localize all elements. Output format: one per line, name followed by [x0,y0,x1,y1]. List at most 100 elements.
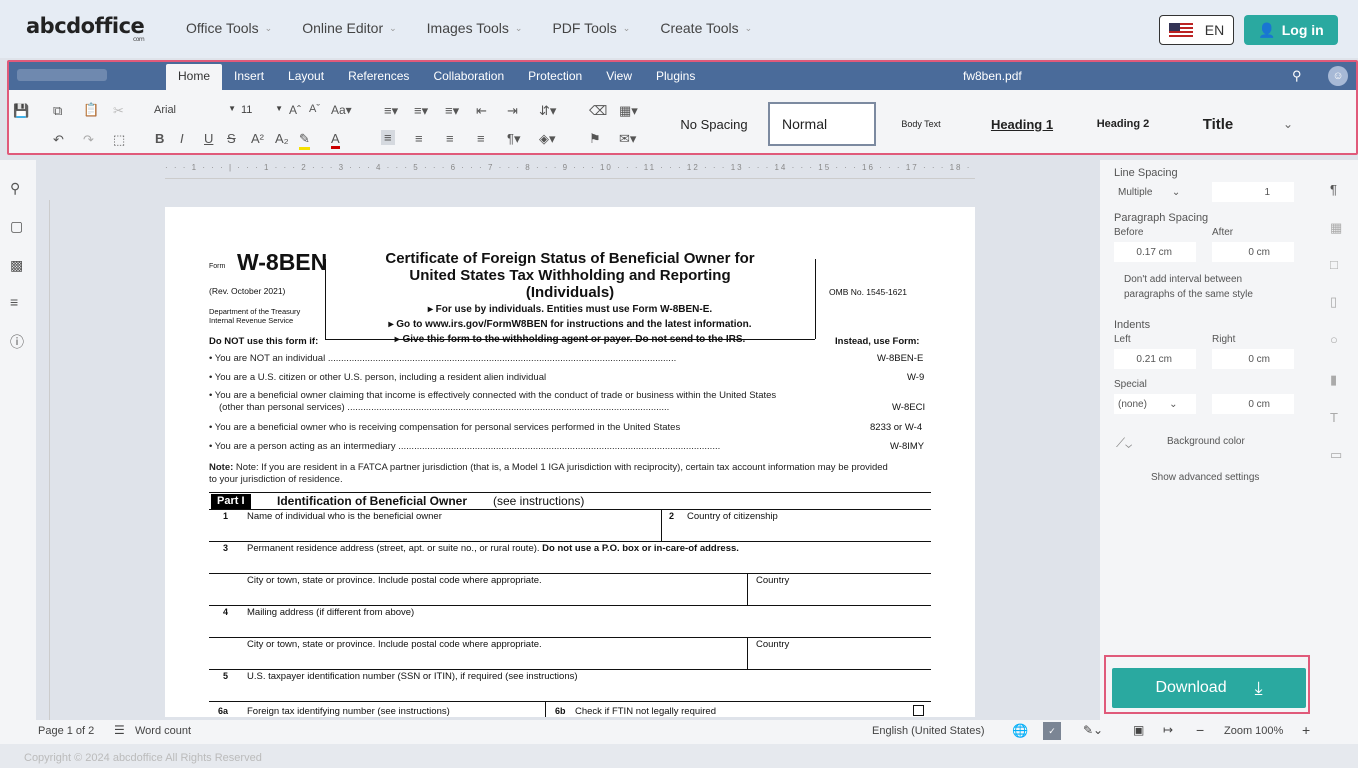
part-subtitle: (see instructions) [493,494,585,508]
field-label-country-2: Country [756,639,790,650]
field-label-mailing: Mailing address (if different from above… [247,607,415,618]
language-select[interactable]: English (United States) [872,725,985,737]
download-icon: ⤓ [1254,677,1263,698]
search-icon[interactable]: ⚲ [10,180,20,197]
line-spacing-value[interactable]: 1 [1212,182,1294,202]
document-page[interactable]: Form W-8BEN (Rev. October 2021) Departme… [165,207,975,717]
instruction-1: ▸ For use by individuals. Entities must … [427,304,713,315]
do-not-use-heading: Do NOT use this form if: [209,336,319,347]
indent-right-input[interactable]: 0 cm [1212,349,1294,369]
field-number: 4 [223,607,229,617]
download-button[interactable]: Download ⤓ [1112,668,1306,708]
special-value-input[interactable]: 0 cm [1212,394,1294,414]
part-title: Identification of Beneficial Owner [277,494,468,508]
site-logo[interactable]: abcdoffice com [26,14,145,43]
right-icon-column: ¶ ▦ □ ▯ ○ ▮ T ▭ [1318,160,1358,720]
form-ref: W-8BEN-E [877,353,924,364]
image-settings-icon[interactable]: □ [1330,257,1338,272]
field-label-ftin: Foreign tax identifying number (see inst… [247,706,450,717]
copyright-text: Copyright © 2024 abcdoffice All Rights R… [24,752,262,764]
left-sidebar: ⚲ ▢ ▩ ≡ ⓘ [0,160,36,720]
paragraph-settings-icon[interactable]: ¶ [1330,182,1337,197]
page-indicator[interactable]: Page 1 of 2 [38,725,94,737]
info-icon[interactable]: ⓘ [10,332,24,352]
text-art-icon[interactable]: T [1330,410,1338,425]
part-label: Part I [211,494,251,509]
special-label: Special [1114,379,1147,390]
list-item: • You are a person acting as an intermed… [209,441,721,452]
header-footer-icon[interactable]: ▯ [1330,294,1337,310]
track-changes-icon[interactable]: ▩ [10,257,23,274]
nav-create-tools[interactable]: Create Tools ⌄ [660,20,752,36]
chevron-down-icon: ⌄ [389,22,397,33]
ftin-checkbox[interactable] [913,705,924,716]
field-number: 1 [223,511,229,521]
word-count-icon[interactable]: ☰ [114,723,125,737]
field-number: 2 [669,511,675,521]
instead-use-heading: Instead, use Form: [835,336,920,347]
special-select[interactable]: (none) ⌄ [1114,394,1196,414]
before-label: Before [1114,227,1144,238]
field-label-tin: U.S. taxpayer identification number (SSN… [247,671,578,682]
chevron-down-icon: ⌄ [744,22,753,33]
form-ref: W-8ECI [892,402,926,413]
form-title-3: (Individuals) [525,284,615,301]
dont-add-interval-checkbox[interactable]: Don't add interval between paragraphs of … [1124,272,1294,302]
us-flag-icon [1168,22,1193,38]
after-label: After [1212,227,1234,238]
nav-pdf-tools[interactable]: PDF Tools ⌄ [552,20,630,36]
indents-label: Indents [1114,319,1151,331]
note-text: Note: Note: If you are resident in a FAT… [209,462,888,473]
dept-irs: Internal Revenue Service [209,316,294,325]
form-settings-icon[interactable]: ▭ [1330,447,1342,463]
footer: Copyright © 2024 abcdoffice All Rights R… [0,744,1358,768]
line-spacing-label: Line Spacing [1114,167,1178,179]
chevron-down-icon: ⌄ [514,22,523,33]
spacing-after-input[interactable]: 0 cm [1212,242,1294,262]
field-label-city: City or town, state or province. Include… [247,575,542,586]
nav-office-tools[interactable]: Office Tools ⌄ [186,20,272,36]
nav-online-editor[interactable]: Online Editor ⌄ [302,20,396,36]
form-title-2: United States Tax Withholding and Report… [409,267,731,284]
omb-number: OMB No. 1545-1621 [829,287,907,297]
globe-icon[interactable]: 🌐 [1012,723,1028,739]
login-button[interactable]: 👤 Log in [1244,15,1338,45]
list-item: (other than personal services) .........… [219,402,670,413]
show-advanced-settings-link[interactable]: Show advanced settings [1151,472,1259,483]
field-label-citizenship: Country of citizenship [687,511,778,522]
list-item: • You are a beneficial owner claiming th… [209,390,777,401]
word-count-label[interactable]: Word count [135,725,191,737]
list-item: • You are a beneficial owner who is rece… [209,422,681,433]
zoom-level[interactable]: Zoom 100% [1224,725,1283,737]
highlight-frame [7,60,1358,155]
background-color-label: Background color [1167,436,1245,447]
spellcheck-icon[interactable]: ✓ [1043,722,1061,740]
form-revision: (Rev. October 2021) [209,286,286,296]
table-settings-icon[interactable]: ▦ [1330,220,1342,236]
comments-icon[interactable]: ▢ [10,218,23,235]
shape-settings-icon[interactable]: ○ [1330,332,1338,347]
no-fill-icon[interactable]: ⟋⌄ [1116,435,1132,451]
zoom-in-icon[interactable]: + [1302,722,1310,738]
language-button[interactable]: EN [1159,15,1234,45]
right-label: Right [1212,334,1236,345]
form-ref: 8233 or W-4 [870,422,923,433]
navigation-icon[interactable]: ≡ [10,294,18,310]
instruction-2: ▸ Go to www.irs.gov/FormW8BEN for instru… [388,319,752,330]
fit-width-icon[interactable]: ↦ [1163,723,1173,737]
track-changes-status-icon[interactable]: ✎⌄ [1083,723,1103,737]
zoom-out-icon[interactable]: − [1196,722,1204,738]
line-spacing-mode[interactable]: Multiple ⌄ [1114,182,1196,202]
indent-left-input[interactable]: 0.21 cm [1114,349,1196,369]
vertical-ruler[interactable] [38,200,50,720]
field-label-ftin-check: Check if FTIN not legally required [575,706,716,717]
field-label-city-2: City or town, state or province. Include… [247,639,542,650]
fit-page-icon[interactable]: ▣ [1133,723,1144,737]
spacing-before-input[interactable]: 0.17 cm [1114,242,1196,262]
nav-images-tools[interactable]: Images Tools ⌄ [427,20,523,36]
form-ref: W-9 [907,372,925,383]
paragraph-settings-panel: Line Spacing Multiple ⌄ 1 Paragraph Spac… [1100,160,1318,720]
horizontal-ruler[interactable]: · · · 1 · · · | · · · 1 · · · 2 · · · 3 … [165,163,975,179]
field-label-address: Permanent residence address (street, apt… [247,543,739,554]
chart-settings-icon[interactable]: ▮ [1330,372,1337,388]
